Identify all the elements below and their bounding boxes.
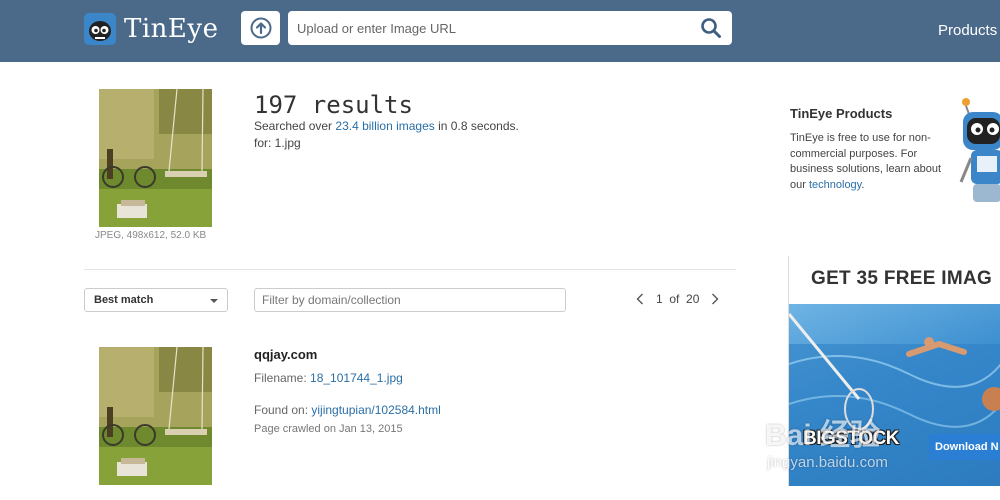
nav-products-link[interactable]: Products bbox=[938, 22, 997, 39]
ad-download-button[interactable]: Download N bbox=[929, 434, 1000, 460]
searched-line: Searched over 23.4 billion images in 0.8… bbox=[254, 119, 519, 133]
result-domain-link[interactable]: qqjay.com bbox=[254, 347, 317, 362]
page-indicator: 1 of 20 bbox=[656, 292, 699, 306]
prev-page-button[interactable] bbox=[632, 290, 648, 308]
chevron-left-icon bbox=[636, 293, 643, 305]
result-crawled-date: Page crawled on Jan 13, 2015 bbox=[254, 423, 403, 435]
search-icon bbox=[701, 18, 721, 38]
search-box bbox=[288, 11, 732, 45]
query-image-meta: JPEG, 498x612, 52.0 KB bbox=[95, 230, 207, 241]
page-current: 1 bbox=[656, 292, 663, 306]
sort-value: Best match bbox=[94, 294, 154, 306]
filename-label: Filename: bbox=[254, 371, 311, 385]
top-header: TinEye Products bbox=[0, 0, 1000, 62]
bigstock-ad[interactable]: GET 35 FREE IMAG BIGSTOCK Download N bbox=[788, 256, 1000, 486]
sidebar-text: TinEye is free to use for non-commercial… bbox=[790, 131, 955, 193]
result-image-thumbnail[interactable] bbox=[99, 347, 212, 485]
chevron-right-icon bbox=[712, 293, 719, 305]
searched-prefix: Searched over bbox=[254, 119, 336, 133]
ad-brand: BIGSTOCK bbox=[803, 428, 899, 449]
searched-suffix: in 0.8 seconds. bbox=[434, 119, 519, 133]
index-size-link[interactable]: 23.4 billion images bbox=[335, 119, 434, 133]
sidebar-text-end: . bbox=[861, 178, 865, 191]
divider bbox=[84, 269, 736, 270]
filename-link[interactable]: 18_101744_1.jpg bbox=[310, 371, 403, 385]
results-count: 197 results bbox=[254, 91, 413, 119]
upload-icon bbox=[250, 17, 271, 39]
next-page-button[interactable] bbox=[707, 290, 723, 308]
found-on-link[interactable]: yijingtupian/102584.html bbox=[311, 403, 440, 417]
query-filename: for: 1.jpg bbox=[254, 136, 301, 150]
upload-button[interactable] bbox=[241, 11, 280, 45]
page-total: 20 bbox=[686, 292, 700, 306]
logo-text: TinEye bbox=[124, 14, 219, 44]
found-on-label: Found on: bbox=[254, 403, 312, 417]
search-input[interactable] bbox=[288, 11, 688, 45]
page-of: of bbox=[669, 292, 680, 306]
query-image-thumbnail[interactable] bbox=[99, 89, 212, 227]
search-button[interactable] bbox=[698, 16, 724, 40]
sidebar-title: TinEye Products bbox=[790, 106, 893, 121]
caret-down-icon bbox=[210, 299, 218, 303]
pagination: 1 of 20 bbox=[632, 290, 723, 308]
filter-input[interactable] bbox=[254, 288, 566, 312]
sort-select[interactable]: Best match bbox=[84, 288, 228, 312]
robot-mascot-icon bbox=[957, 94, 1000, 224]
result-found-on: Found on: yijingtupian/102584.html bbox=[254, 403, 441, 417]
robot-logo-icon bbox=[84, 13, 116, 45]
tineye-logo[interactable]: TinEye bbox=[84, 12, 224, 46]
ad-headline: GET 35 FREE IMAG bbox=[811, 268, 993, 289]
technology-link[interactable]: technology bbox=[809, 179, 861, 191]
result-filename: Filename: 18_101744_1.jpg bbox=[254, 371, 403, 385]
